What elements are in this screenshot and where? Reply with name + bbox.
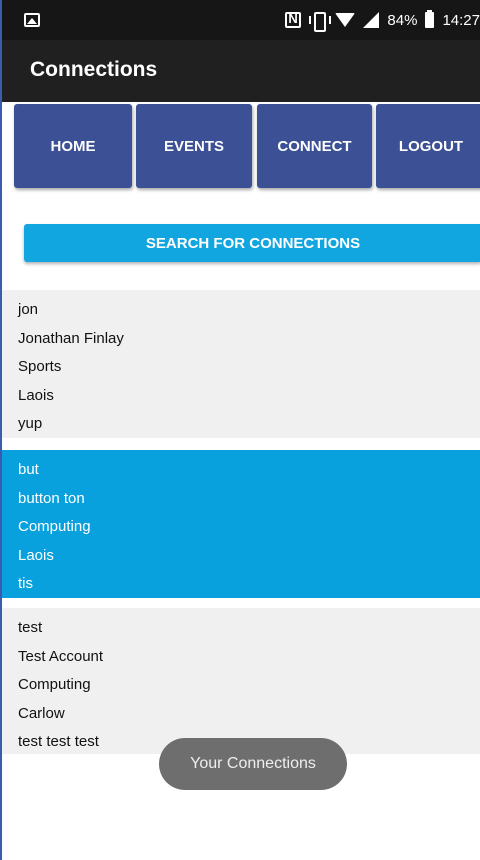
nfc-icon [285,11,302,28]
connection-interest: Sports [18,358,62,375]
connect-button[interactable]: CONNECT [257,104,372,188]
connection-county: Carlow [18,704,65,722]
connection-interest: Computing [18,518,91,535]
image-icon [24,13,40,27]
vibrate-icon [309,12,332,32]
nav-bar: HOME EVENTS CONNECT LOGOUT [2,102,480,192]
battery-icon [425,10,435,28]
status-bar: 84% 14:27 [2,0,480,40]
connection-full-name: Jonathan Finlay [18,329,124,347]
connection-county: Laois [18,386,54,404]
connection-full-name: button ton [18,489,85,507]
app-frame: 84% 14:27 Connections HOME EVENTS CONNEC… [0,0,480,860]
list-item[interactable]: test Test Account Computing Carlow test … [2,608,480,754]
clock: 14:27 [442,11,480,29]
connection-username: but [18,461,39,478]
connection-interest: Computing [18,676,91,693]
app-bar: Connections [2,40,480,102]
battery-percent: 84% [387,11,418,29]
connection-username: jon [18,301,39,318]
connection-bio: tis [18,575,33,592]
connection-county: Laois [18,546,54,564]
connection-bio: yup [18,415,43,432]
status-indicators: 84% 14:27 [285,10,480,32]
list-item[interactable]: jon Jonathan Finlay Sports Laois yup [2,290,480,438]
signal-icon [363,12,380,28]
logout-button[interactable]: LOGOUT [376,104,480,188]
wifi-icon [335,13,356,27]
home-button[interactable]: HOME [14,104,132,188]
connection-full-name: Test Account [18,647,104,665]
events-button[interactable]: EVENTS [136,104,252,188]
search-connections-button[interactable]: SEARCH FOR CONNECTIONS [24,224,480,262]
connection-username: test [18,619,43,636]
toast-message: Your Connections [159,738,347,790]
list-item-selected[interactable]: but button ton Computing Laois tis [2,450,480,598]
page-title: Connections [30,58,158,81]
